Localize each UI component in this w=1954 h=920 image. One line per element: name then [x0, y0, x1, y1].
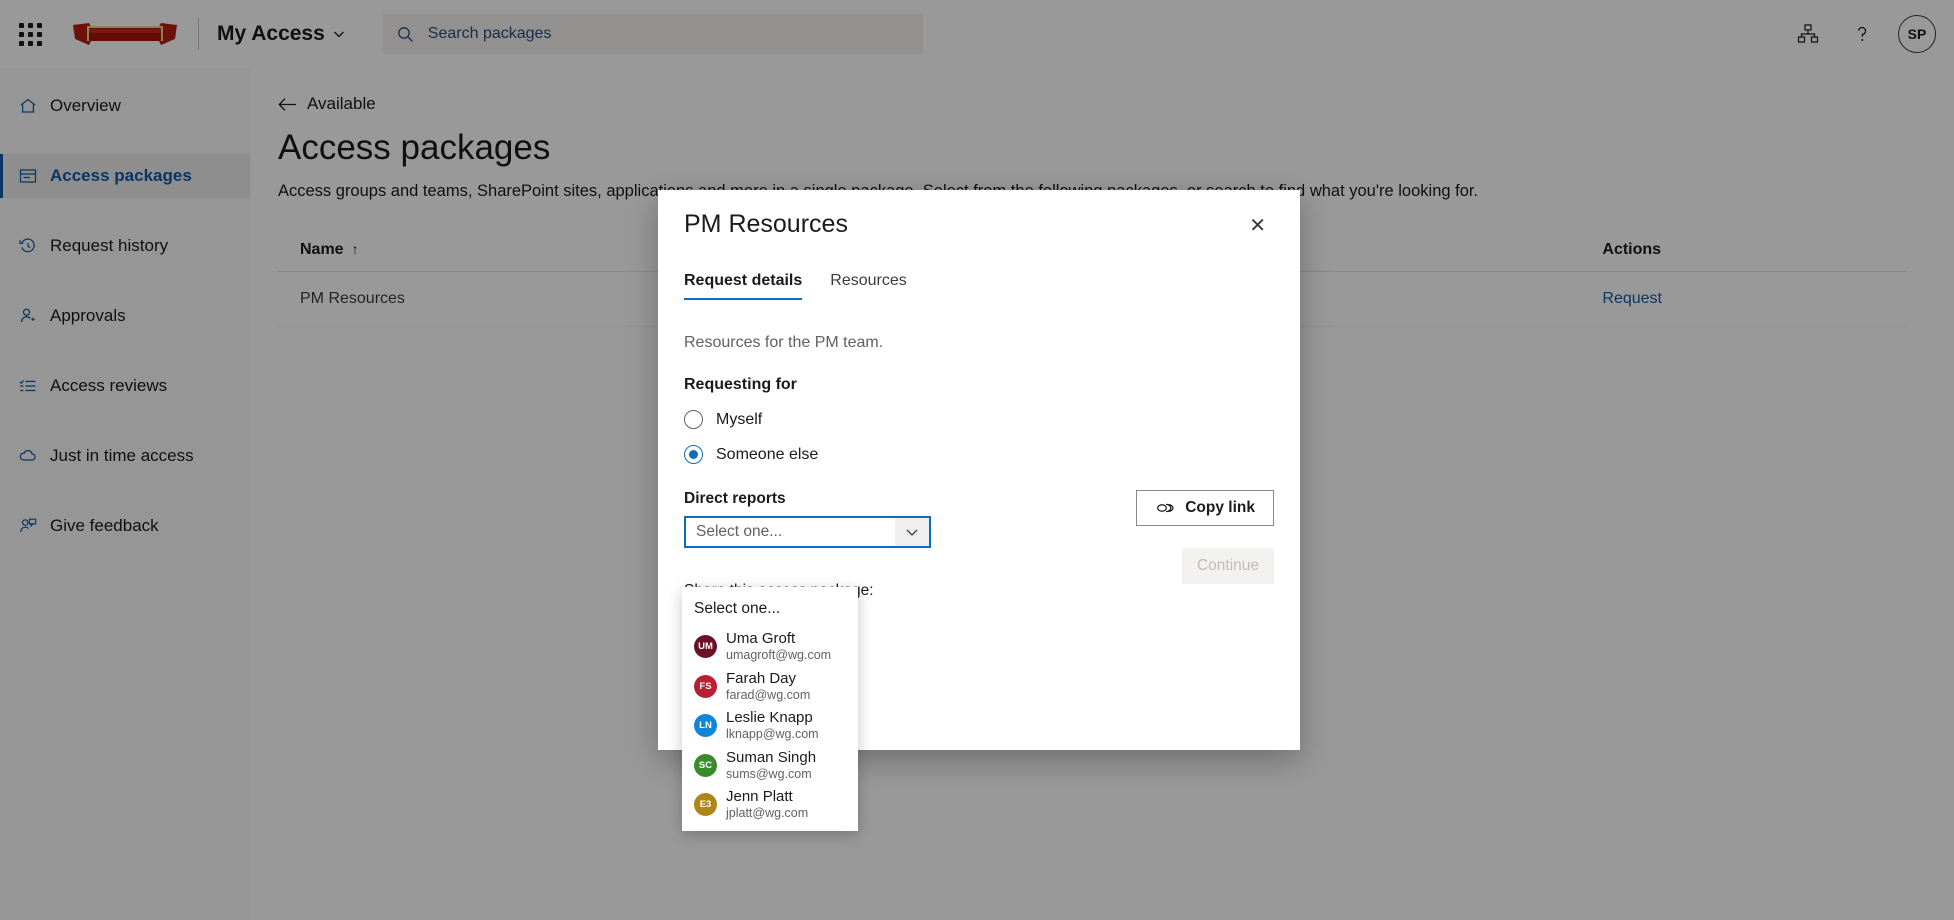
continue-button[interactable]: Continue — [1182, 548, 1274, 584]
radio-someone-else[interactable]: Someone else — [684, 445, 1274, 464]
option-email: jplatt@wg.com — [726, 806, 808, 821]
option-email: farad@wg.com — [726, 688, 810, 703]
avatar: UM — [694, 635, 717, 658]
direct-reports-select[interactable]: Select one... — [684, 516, 931, 548]
option-name: Suman Singh — [726, 749, 816, 767]
option-name: Jenn Platt — [726, 788, 808, 806]
link-chain-icon — [1155, 500, 1174, 516]
copy-link-label: Copy link — [1185, 499, 1255, 517]
dialog-header: PM Resources ✕ — [684, 190, 1274, 242]
dropdown-option-leslie-knapp[interactable]: LN Leslie Knapp lknapp@wg.com — [682, 706, 858, 746]
chevron-down-icon[interactable] — [895, 518, 929, 546]
avatar: SC — [694, 754, 717, 777]
option-email: lknapp@wg.com — [726, 727, 819, 742]
dropdown-option-farah-day[interactable]: FS Farah Day farad@wg.com — [682, 667, 858, 707]
radio-myself-control[interactable] — [684, 410, 703, 429]
avatar-initials: LN — [699, 720, 712, 731]
dropdown-option-jenn-platt[interactable]: E3 Jenn Platt jplatt@wg.com — [682, 785, 858, 825]
dialog-description: Resources for the PM team. — [684, 334, 1274, 352]
option-text: Suman Singh sums@wg.com — [726, 749, 816, 783]
radio-myself[interactable]: Myself — [684, 410, 1274, 429]
radio-myself-label: Myself — [716, 411, 762, 429]
tab-resources[interactable]: Resources — [830, 272, 906, 300]
option-text: Uma Groft umagroft@wg.com — [726, 630, 831, 664]
direct-reports-dropdown-list: Select one... UM Uma Groft umagroft@wg.c… — [682, 587, 858, 831]
dialog-tabs: Request details Resources — [684, 272, 1274, 300]
avatar-initials: SC — [699, 760, 712, 771]
dropdown-option-placeholder[interactable]: Select one... — [682, 593, 858, 627]
copy-link-row: Copy link — [1136, 490, 1274, 526]
option-text: Leslie Knapp lknapp@wg.com — [726, 709, 819, 743]
avatar: FS — [694, 675, 717, 698]
avatar-initials: FS — [699, 681, 711, 692]
radio-someone-else-label: Someone else — [716, 446, 818, 464]
option-email: umagroft@wg.com — [726, 648, 831, 663]
radio-someone-else-control[interactable] — [684, 445, 703, 464]
avatar: LN — [694, 714, 717, 737]
requesting-for-label: Requesting for — [684, 376, 1274, 394]
option-text: Farah Day farad@wg.com — [726, 670, 810, 704]
option-text: Jenn Platt jplatt@wg.com — [726, 788, 808, 822]
option-name: Leslie Knapp — [726, 709, 819, 727]
avatar-initials: E3 — [700, 799, 712, 810]
avatar-initials: UM — [698, 641, 713, 652]
dropdown-option-suman-singh[interactable]: SC Suman Singh sums@wg.com — [682, 746, 858, 786]
close-icon[interactable]: ✕ — [1241, 210, 1274, 242]
direct-reports-selected-value: Select one... — [686, 523, 895, 541]
avatar: E3 — [694, 793, 717, 816]
dropdown-option-uma-groft[interactable]: UM Uma Groft umagroft@wg.com — [682, 627, 858, 667]
option-name: Uma Groft — [726, 630, 831, 648]
app-root: My Access Search packages — [0, 0, 1954, 920]
tab-request-details[interactable]: Request details — [684, 272, 802, 300]
option-email: sums@wg.com — [726, 767, 816, 782]
option-name: Farah Day — [726, 670, 810, 688]
copy-link-button[interactable]: Copy link — [1136, 490, 1274, 526]
dialog-title: PM Resources — [684, 210, 848, 239]
